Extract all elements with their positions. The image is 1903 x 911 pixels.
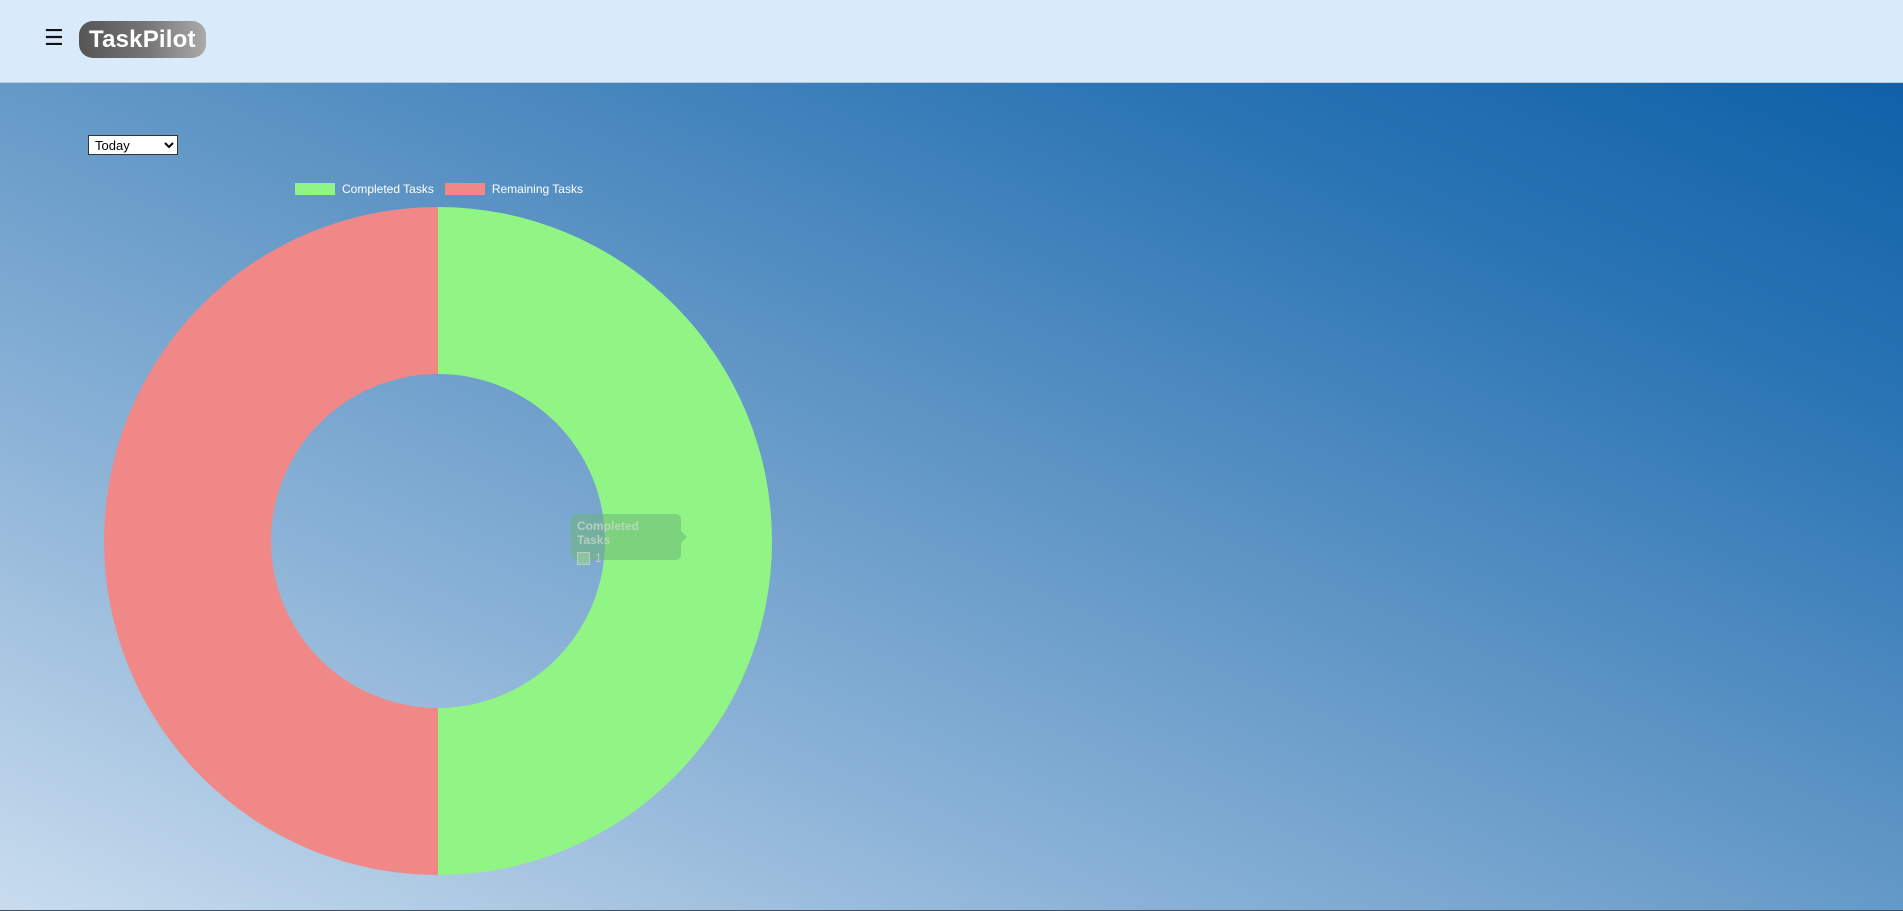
- chart-tooltip: Completed Tasks 1: [571, 514, 687, 565]
- tooltip-row: 1: [577, 551, 675, 565]
- donut-slice-remaining[interactable]: [104, 207, 438, 875]
- tooltip-swatch: [577, 551, 590, 565]
- task-donut-chart[interactable]: [0, 83, 1903, 910]
- hamburger-menu-icon[interactable]: ☰: [44, 28, 64, 50]
- app-logo[interactable]: TaskPilot: [79, 21, 206, 58]
- top-navbar: ☰ TaskPilot: [0, 0, 1903, 83]
- dashboard-main: Today Completed Tasks Remaining Tasks Co…: [0, 83, 1903, 911]
- tooltip-value: 1: [595, 551, 602, 565]
- tooltip-title: Completed Tasks: [577, 519, 640, 547]
